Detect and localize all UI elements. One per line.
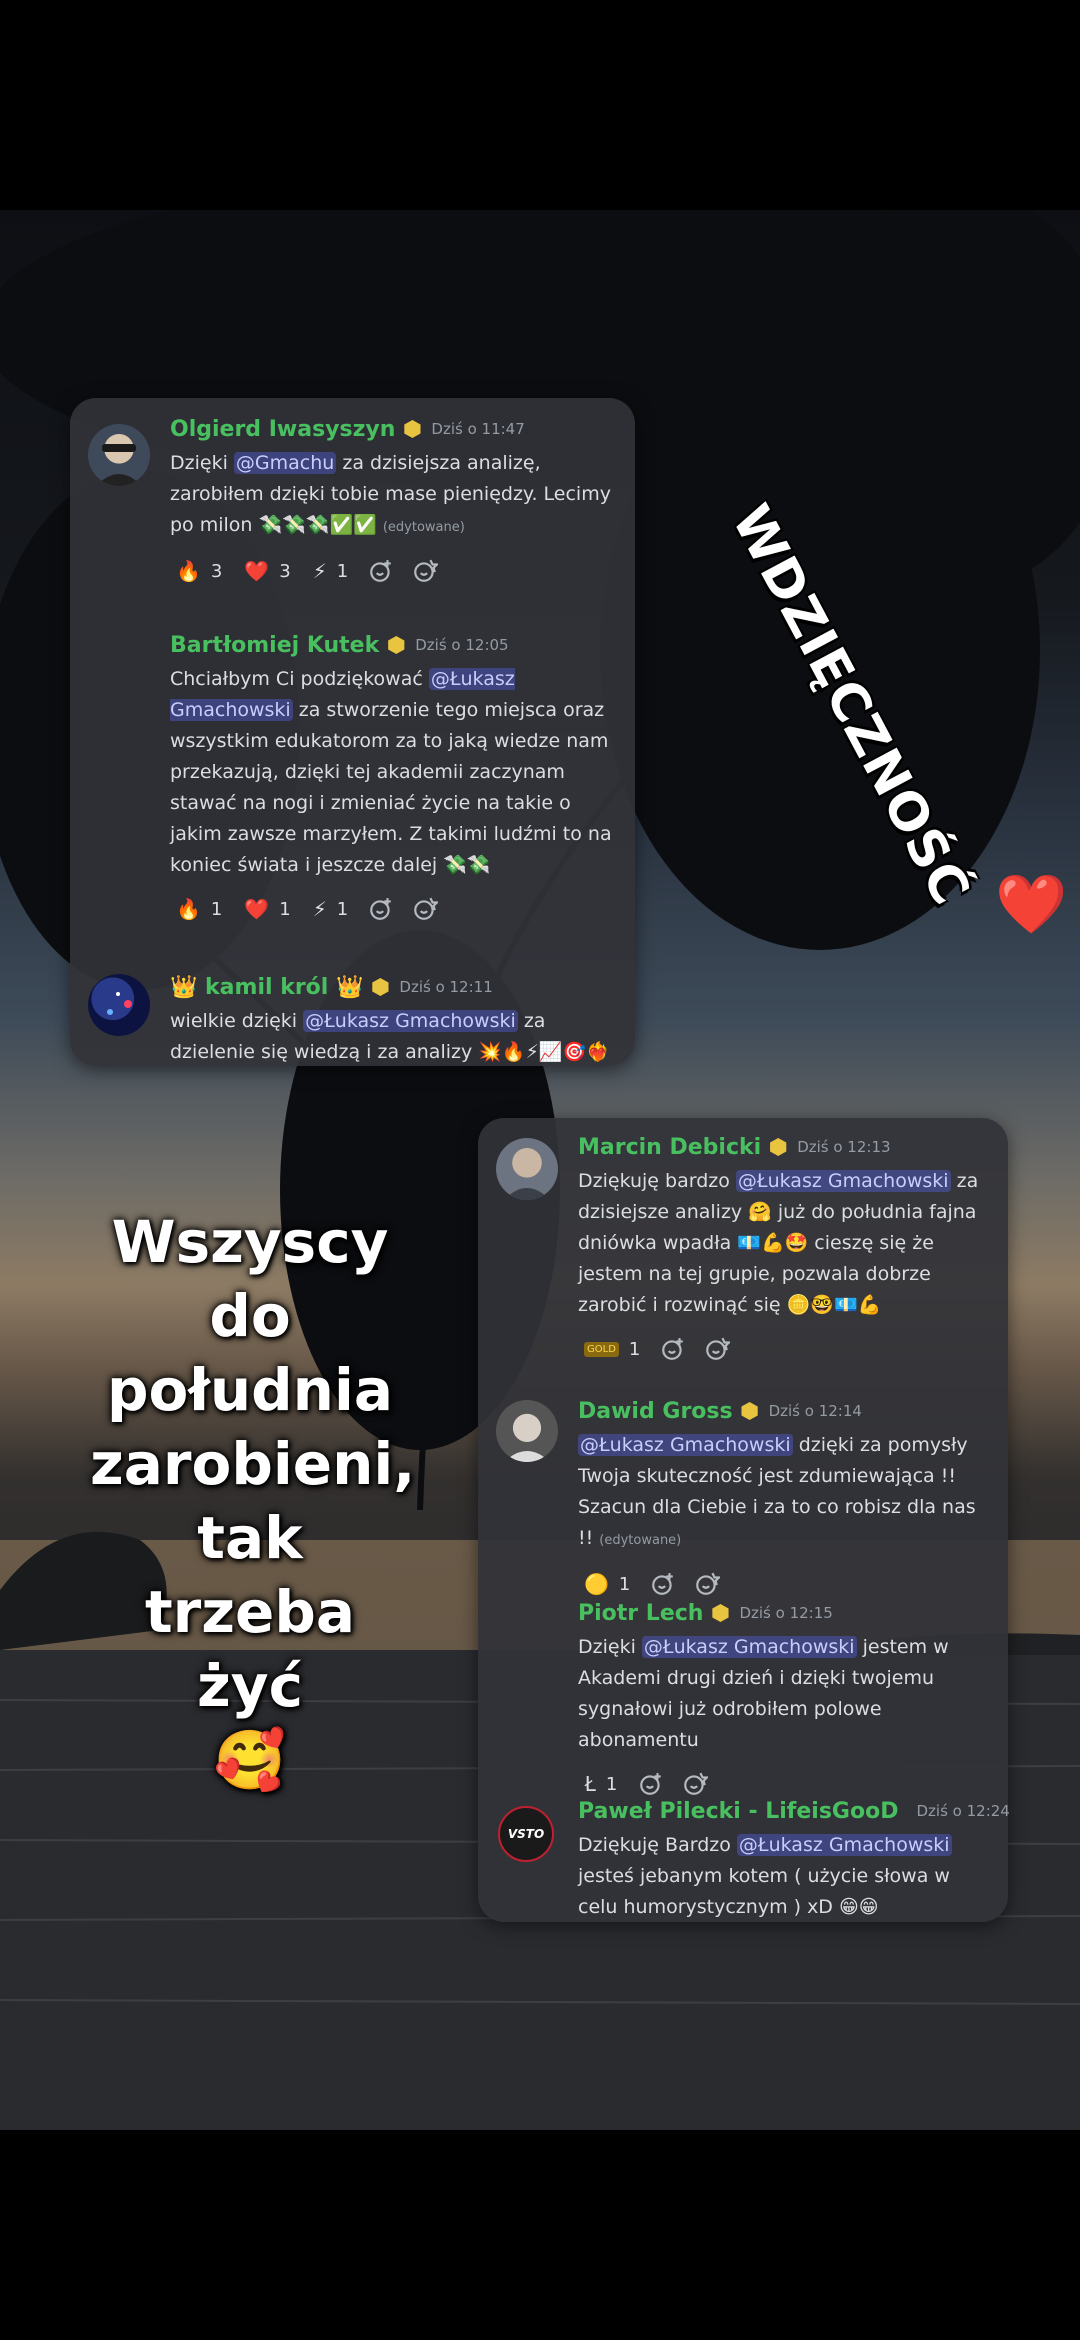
add-super-reaction-icon[interactable] [700, 1332, 734, 1366]
avatar-portrait-icon [96, 444, 142, 486]
timestamp: Dziś o 12:11 [399, 978, 493, 996]
server-badge-icon [741, 1402, 758, 1420]
caption-line: trzeba [144, 1578, 356, 1646]
author-name[interactable]: Bartłomiej Kutek [170, 633, 379, 658]
reactions: GOLD 1 [578, 1329, 988, 1369]
avatar-portrait-icon [504, 1451, 550, 1462]
message-text: Dziękuję bardzo @Łukasz Gmachowski za dz… [578, 1166, 988, 1321]
user-mention[interactable]: @Gmachu [233, 452, 337, 474]
text-segment: jesteś jebanym kotem ( użycie słowa w ce… [578, 1865, 950, 1918]
reactions: 🔥 1 ❤️ 1 ⚡ 1 [170, 889, 615, 929]
timestamp: Dziś o 12:24 [916, 1802, 1010, 1820]
reaction-button[interactable]: ⚡ 1 [307, 892, 355, 926]
avatar-portrait-icon [504, 1188, 550, 1200]
avatar[interactable] [88, 424, 150, 486]
reaction-count: 1 [279, 898, 291, 920]
add-super-reaction-icon[interactable] [408, 892, 442, 926]
author-name[interactable]: Piotr Lech [578, 1601, 703, 1626]
avatar-stars-icon [107, 992, 132, 1015]
timestamp: Dziś o 12:15 [739, 1604, 833, 1622]
server-badge-icon [372, 978, 389, 996]
user-mention[interactable]: @Łukasz Gmachowski [735, 1170, 951, 1192]
message-text: wielkie dzięki @Łukasz Gmachowski za dzi… [170, 1006, 615, 1068]
message-text: Dzięki @Łukasz Gmachowski jestem w Akade… [578, 1632, 988, 1756]
reaction-button[interactable]: 🔥 3 [170, 554, 228, 588]
author-name[interactable]: Paweł Pilecki - LifeisGooD [578, 1799, 898, 1824]
text-segment: wielkie dzięki [170, 1010, 304, 1032]
caption-line: Wszyscy [111, 1208, 389, 1276]
user-mention[interactable]: @Łukasz Gmachowski [736, 1834, 952, 1856]
reaction-count: 3 [279, 560, 291, 582]
edited-label: (edytowane) [382, 520, 465, 535]
reaction-emoji-icon: ⚡ [312, 559, 327, 583]
edited-label: (edytowane) [599, 1533, 682, 1548]
text-segment: Dzięki [578, 1636, 642, 1658]
avatar-logo-text: VSTO [507, 1827, 545, 1841]
chat-card-1: Olgierd Iwasyszyn Dziś o 11:47 Dzięki @G… [70, 398, 635, 1066]
message-text: Dzięki @Gmachu za dzisiejsza analizę, za… [170, 448, 615, 543]
avatar[interactable] [496, 1138, 558, 1200]
reaction-count: 1 [628, 1338, 641, 1360]
chat-card-2: Marcin Debicki Dziś o 12:13 Dziękuję bar… [478, 1118, 1010, 1923]
avatar[interactable] [88, 974, 150, 1036]
add-reaction-icon[interactable] [364, 554, 398, 588]
reaction-button[interactable]: GOLD 1 [578, 1332, 646, 1366]
server-badge-icon [770, 1138, 787, 1156]
avatar[interactable]: VSTO [498, 1806, 554, 1862]
add-super-reaction-icon[interactable] [408, 554, 442, 588]
reaction-button[interactable]: ❤️ 3 [238, 554, 296, 588]
message-text: @Łukasz Gmachowski dzięki za pomysły Two… [578, 1430, 988, 1556]
timestamp: Dziś o 12:14 [768, 1402, 862, 1420]
server-badge-icon [388, 636, 405, 654]
reaction-count: 1 [336, 560, 349, 582]
avatar[interactable] [496, 1400, 558, 1462]
text-segment: za stworzenie tego miejsca oraz wszystki… [170, 699, 612, 876]
reaction-button[interactable]: 🔥 1 [170, 892, 228, 926]
author-name[interactable]: 👑 kamil król 👑 [170, 975, 363, 1000]
author-name[interactable]: Marcin Debicki [578, 1135, 761, 1160]
user-mention[interactable]: @Łukasz Gmachowski [641, 1636, 857, 1658]
reaction-emoji-icon: ❤️ [244, 897, 270, 921]
author-name[interactable]: Dawid Gross [578, 1399, 733, 1424]
timestamp: Dziś o 12:05 [415, 636, 509, 654]
caption: Wszyscy do południa zarobieni, tak trzeb… [90, 1205, 416, 1797]
reaction-count: 1 [210, 898, 223, 920]
smiling-face-hearts-icon: 🥰 [213, 1726, 287, 1794]
text-segment: Dziękuję Bardzo [578, 1834, 737, 1856]
reaction-emoji-icon: 🔥 [176, 559, 201, 583]
author-name[interactable]: Olgierd Iwasyszyn [170, 417, 395, 442]
caption-line: południa [106, 1356, 393, 1424]
text-segment: Dzięki [170, 452, 234, 474]
reaction-emoji-icon: 🔥 [176, 897, 201, 921]
caption-line: tak [197, 1504, 303, 1572]
text-segment: Dziękuję bardzo [578, 1170, 736, 1192]
reaction-emoji-icon: ⚡ [312, 897, 327, 921]
add-reaction-icon[interactable] [364, 892, 398, 926]
reaction-count: 3 [210, 560, 223, 582]
message-text: Dziękuję Bardzo @Łukasz Gmachowski jeste… [578, 1830, 988, 1923]
reaction-count: 1 [336, 898, 349, 920]
timestamp: Dziś o 12:13 [797, 1138, 891, 1156]
text-segment: Chciałbym Ci podziękować [170, 668, 429, 690]
reaction-emoji-icon: 🟡 [584, 1572, 609, 1596]
reaction-count: 1 [618, 1573, 631, 1595]
user-mention[interactable]: @Łukasz Gmachowski [303, 1010, 518, 1032]
message-text: Chciałbym Ci podziękować @Łukasz Gmachow… [170, 664, 615, 881]
reaction-emoji-icon: GOLD [584, 1341, 619, 1357]
server-badge-icon [404, 420, 421, 438]
reaction-button[interactable]: ⚡ 1 [307, 554, 355, 588]
caption-line: do [209, 1282, 291, 1350]
heart-icon: ❤️ [995, 870, 1068, 938]
add-reaction-icon[interactable] [656, 1332, 690, 1366]
reactions: 🔥 3 ❤️ 3 ⚡ 1 [170, 551, 615, 591]
reaction-emoji-icon: ❤️ [244, 559, 270, 583]
reaction-button[interactable]: ❤️ 1 [238, 892, 296, 926]
timestamp: Dziś o 11:47 [431, 420, 525, 438]
user-mention[interactable]: @Łukasz Gmachowski [578, 1434, 793, 1456]
server-badge-icon [712, 1604, 729, 1622]
caption-line: zarobieni, [90, 1430, 416, 1498]
caption-line: żyć [197, 1652, 303, 1720]
